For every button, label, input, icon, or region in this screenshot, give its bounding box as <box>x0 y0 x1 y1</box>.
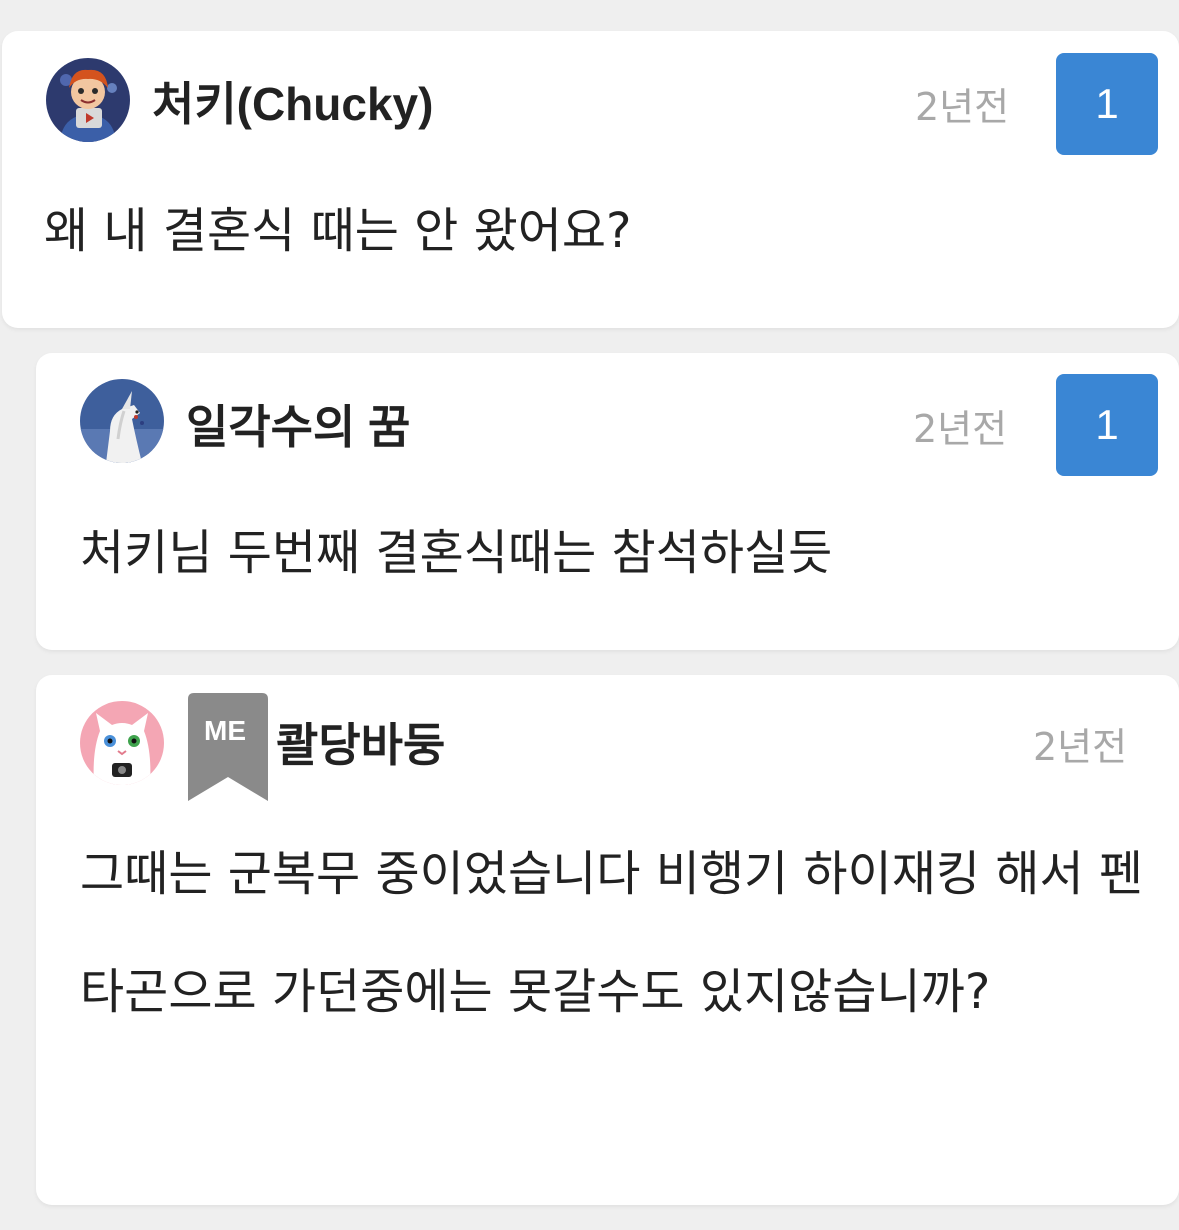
me-badge-label: ME <box>204 715 246 746</box>
white-cat-avatar <box>80 701 164 785</box>
unicorn-avatar <box>80 379 164 463</box>
user-avatar[interactable] <box>80 379 164 463</box>
reply-card: 일각수의 꿈 2년전 1 처키님 두번째 결혼식때는 참석하실듯 <box>36 353 1179 650</box>
comment-card: 처키(Chucky) 2년전 1 왜 내 결혼식 때는 안 왔어요? <box>2 31 1179 328</box>
timestamp: 2년전 <box>1033 725 1128 769</box>
user-avatar[interactable] <box>46 58 130 142</box>
vote-count-button[interactable]: 1 <box>1056 53 1158 155</box>
timestamp: 2년전 <box>913 407 1008 451</box>
comment-text: 처키님 두번째 결혼식때는 참석하실듯 <box>80 525 833 581</box>
username[interactable]: 일각수의 꿈 <box>186 404 410 450</box>
me-badge: ME <box>188 693 268 801</box>
timestamp: 2년전 <box>915 85 1010 129</box>
username[interactable]: 처키(Chucky) <box>152 81 433 127</box>
username[interactable]: 콸당바둥 <box>276 722 445 768</box>
vote-count-button[interactable]: 1 <box>1056 374 1158 476</box>
chucky-doll-avatar <box>46 58 130 142</box>
comment-text: 왜 내 결혼식 때는 안 왔어요? <box>44 203 632 259</box>
user-avatar[interactable] <box>80 701 164 785</box>
bookmark-ribbon-icon <box>188 693 268 801</box>
comment-text: 그때는 군복무 중이었습니다 비행기 하이재킹 해서 펜타곤으로 가던중에는 못… <box>80 846 1144 1020</box>
reply-card: ME 콸당바둥 2년전 그때는 군복무 중이었습니다 비행기 하이재킹 해서 펜… <box>36 675 1179 1205</box>
